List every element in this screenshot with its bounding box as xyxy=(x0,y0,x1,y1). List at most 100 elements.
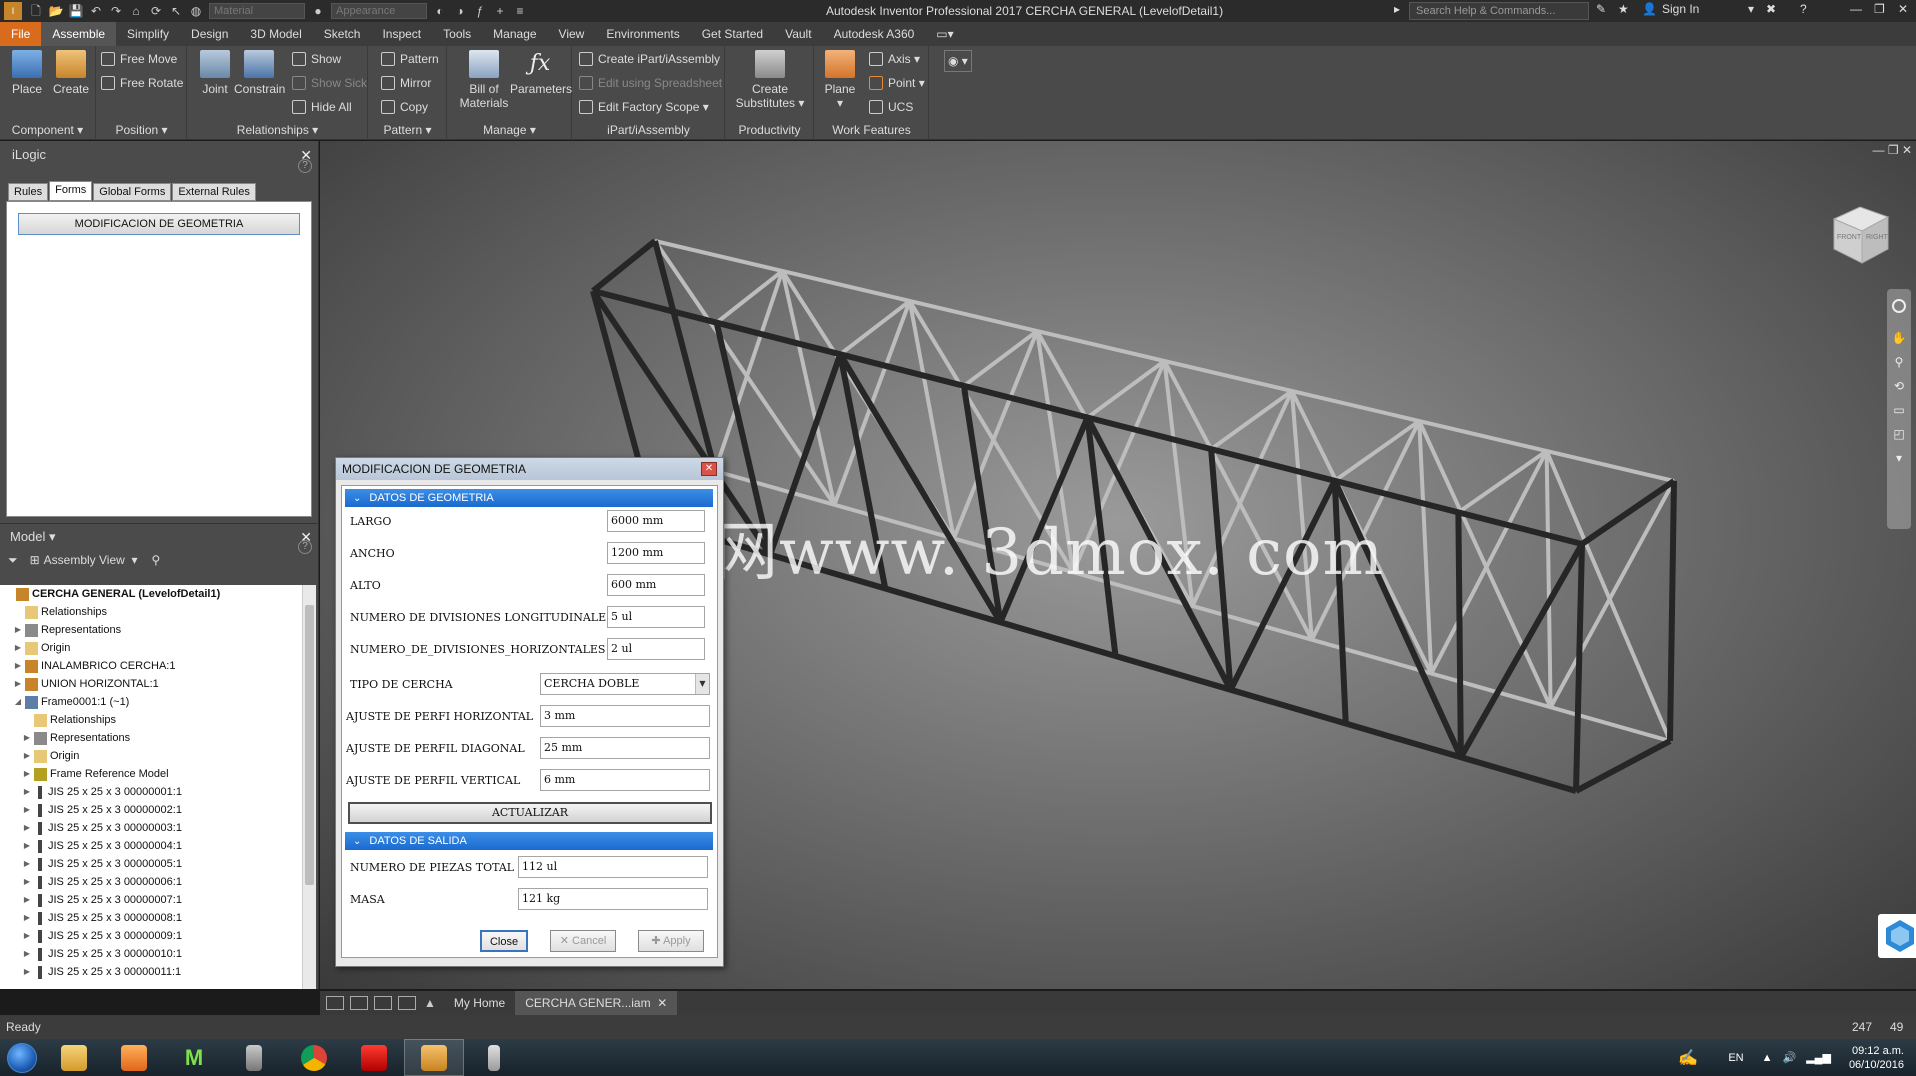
appearance-dropdown[interactable]: Appearance xyxy=(331,3,427,19)
parameters-button[interactable]: ƒx Parameters xyxy=(510,50,572,96)
expand-arrow-icon[interactable]: ▶ xyxy=(22,873,32,891)
tab-autodesk-a360[interactable]: Autodesk A360 xyxy=(823,22,926,46)
close-window-button[interactable]: ✕ xyxy=(1898,2,1908,16)
free-rotate-button[interactable]: Free Rotate xyxy=(101,72,183,94)
orbit-icon[interactable]: ⟲ xyxy=(1887,379,1911,393)
create-component-button[interactable]: Create xyxy=(46,50,96,96)
tab-vault[interactable]: Vault xyxy=(774,22,822,46)
expand-arrow-icon[interactable]: ▶ xyxy=(22,963,32,981)
tree-node[interactable]: ▶ JIS 25 x 25 x 3 00000010:1 xyxy=(0,945,302,963)
tab-inspect[interactable]: Inspect xyxy=(371,22,432,46)
viewcube[interactable]: FRONT RIGHT xyxy=(1824,197,1896,269)
expand-arrow-icon[interactable]: ▶ xyxy=(22,837,32,855)
expand-arrow-icon[interactable]: ▶ xyxy=(22,945,32,963)
tab-3d-model[interactable]: 3D Model xyxy=(239,22,312,46)
mirror-button[interactable]: Mirror xyxy=(381,72,431,94)
tree-node[interactable]: ▶ Origin xyxy=(0,639,302,657)
expand-arrow-icon[interactable]: ▶ xyxy=(22,747,32,765)
taskbar-app-m[interactable]: M xyxy=(164,1039,224,1076)
tab-get-started[interactable]: Get Started xyxy=(691,22,774,46)
save-icon[interactable]: 💾 xyxy=(66,2,86,20)
tree-node[interactable]: CERCHA GENERAL (LevelofDetail1) xyxy=(0,585,302,603)
expand-arrow-icon[interactable]: ▶ xyxy=(22,783,32,801)
clear-appearance-icon[interactable]: ◑ xyxy=(450,2,470,20)
tree-node[interactable]: ▶ JIS 25 x 25 x 3 00000004:1 xyxy=(0,837,302,855)
app-logo-icon[interactable]: I xyxy=(4,2,22,20)
free-move-button[interactable]: Free Move xyxy=(101,48,177,70)
tab-cercha-general[interactable]: CERCHA GENER...iam ✕ xyxy=(515,991,678,1015)
steering-wheel-icon[interactable] xyxy=(1892,299,1906,313)
redo-icon[interactable]: ↷ xyxy=(106,2,126,20)
tree-node[interactable]: ▶ JIS 25 x 25 x 3 00000011:1 xyxy=(0,963,302,981)
fx-icon[interactable]: ƒ xyxy=(470,2,490,20)
alto-input[interactable]: 600 mm xyxy=(607,574,705,596)
joint-button[interactable]: Joint xyxy=(190,50,240,96)
modificacion-geometria-form-button[interactable]: MODIFICACION DE GEOMETRIA xyxy=(18,213,300,235)
ajuste-vertical-input[interactable]: 6 mm xyxy=(540,769,710,791)
tab-environments[interactable]: Environments xyxy=(595,22,690,46)
expand-arrow-icon[interactable]: ▶ xyxy=(13,639,23,657)
expand-arrow-icon[interactable]: ▶ xyxy=(22,729,32,747)
tab-design[interactable]: Design xyxy=(180,22,239,46)
edit-factory-scope-button[interactable]: Edit Factory Scope ▾ xyxy=(579,96,709,118)
taskbar-inventor[interactable] xyxy=(404,1039,464,1076)
tab-tools[interactable]: Tools xyxy=(432,22,482,46)
tree-node[interactable]: ▶ Representations xyxy=(0,621,302,639)
home-icon[interactable]: ⌂ xyxy=(126,2,146,20)
point-button[interactable]: Point ▾ xyxy=(869,72,925,94)
divisiones-horizontales-input[interactable]: 2 ul xyxy=(607,638,705,660)
ribbon-group-title[interactable]: Pattern ▾ xyxy=(369,122,446,138)
tree-node[interactable]: ▶ Origin xyxy=(0,747,302,765)
tree-node[interactable]: ▶ JIS 25 x 25 x 3 00000002:1 xyxy=(0,801,302,819)
ancho-input[interactable]: 1200 mm xyxy=(607,542,705,564)
network-signal-icon[interactable]: ▂▄▆ xyxy=(1806,1051,1831,1064)
dialog-close-icon[interactable]: ✕ xyxy=(701,462,717,476)
restore-button[interactable]: ❐ xyxy=(1874,2,1885,16)
place-button[interactable]: Place xyxy=(2,50,52,96)
create-ipart-button[interactable]: Create iPart/iAssembly xyxy=(579,48,720,70)
filter-icon[interactable]: ⏷ xyxy=(8,553,18,568)
select-icon[interactable]: ↖ xyxy=(166,2,186,20)
expand-arrow-icon[interactable]: ▶ xyxy=(22,891,32,909)
copy-button[interactable]: Copy xyxy=(381,96,428,118)
ribbon-group-title[interactable]: Relationships ▾ xyxy=(188,122,367,138)
tab-sketch[interactable]: Sketch xyxy=(313,22,372,46)
taskbar-phone-app[interactable] xyxy=(464,1039,524,1076)
close-tab-icon[interactable]: ✕ xyxy=(657,996,667,1010)
tab-external-rules[interactable]: External Rules xyxy=(172,183,256,201)
action-center-icon[interactable]: ✍ xyxy=(1678,1048,1698,1068)
taskbar-explorer[interactable] xyxy=(44,1039,104,1076)
tree-node[interactable]: ▶ JIS 25 x 25 x 3 00000005:1 xyxy=(0,855,302,873)
clock[interactable]: 09:12 a.m. 06/10/2016 xyxy=(1837,1044,1916,1072)
help-search-input[interactable]: Search Help & Commands... xyxy=(1409,2,1589,20)
ribbon-group-title[interactable]: Position ▾ xyxy=(97,122,186,138)
taskbar-acrobat[interactable] xyxy=(344,1039,404,1076)
assembly-view-dropdown[interactable]: Assembly View ▾ xyxy=(44,553,138,567)
sign-in-link[interactable]: Sign In xyxy=(1662,2,1699,16)
cascade-windows-icon[interactable] xyxy=(326,996,344,1010)
tab-simplify[interactable]: Simplify xyxy=(116,22,180,46)
undo-icon[interactable]: ↶ xyxy=(86,2,106,20)
taskbar-calculator[interactable] xyxy=(224,1039,284,1076)
help-icon[interactable]: ? xyxy=(298,159,312,173)
navbar-menu-icon[interactable]: ▾ xyxy=(1887,451,1911,465)
tab-manage[interactable]: Manage xyxy=(482,22,547,46)
expand-arrow-icon[interactable]: ▶ xyxy=(13,657,23,675)
tree-node[interactable]: ▶ UNION HORIZONTAL:1 xyxy=(0,675,302,693)
tab-menu-arrow-icon[interactable]: ▲ xyxy=(424,996,436,1010)
masa-output[interactable]: 121 kg xyxy=(518,888,708,910)
chevron-down-icon[interactable]: ▼ xyxy=(695,674,709,694)
plane-button[interactable]: Plane ▾ xyxy=(817,50,863,110)
tree-node[interactable]: ▶ Representations xyxy=(0,729,302,747)
ribbon-extra-dropdown[interactable]: ◉ ▾ xyxy=(944,50,972,72)
largo-input[interactable]: 6000 mm xyxy=(607,510,705,532)
tree-node[interactable]: ▶ INALAMBRICO CERCHA:1 xyxy=(0,657,302,675)
new-file-icon[interactable]: 🗋 xyxy=(26,2,46,20)
show-button[interactable]: Show xyxy=(292,48,341,70)
tree-scrollbar[interactable] xyxy=(302,585,316,989)
tile-windows-icon[interactable] xyxy=(350,996,368,1010)
tree-node[interactable]: ▶ JIS 25 x 25 x 3 00000001:1 xyxy=(0,783,302,801)
ajuste-diagonal-input[interactable]: 25 mm xyxy=(540,737,710,759)
expand-arrow-icon[interactable]: ▶ xyxy=(13,621,23,639)
tree-node[interactable]: ▶ JIS 25 x 25 x 3 00000003:1 xyxy=(0,819,302,837)
